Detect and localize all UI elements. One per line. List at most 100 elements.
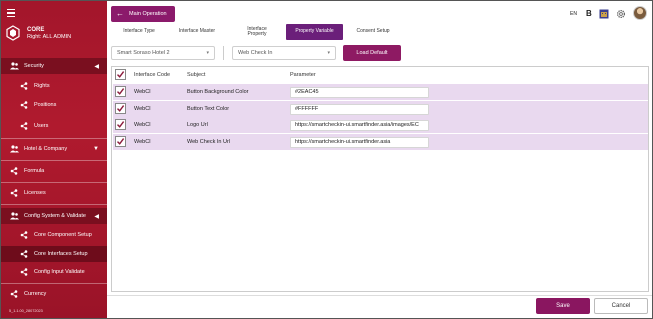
sidebar-item-label: Currency <box>24 291 47 297</box>
people-icon <box>9 211 19 221</box>
interface-select-value: Web Check In <box>238 50 273 56</box>
sidebar-item-label: Security <box>24 63 44 69</box>
brand-name: CORE <box>27 27 45 33</box>
share-icon <box>9 166 19 176</box>
sidebar-item-users[interactable]: Users <box>1 118 107 134</box>
tab-interface-property[interactable]: Interface Property <box>238 24 276 40</box>
share-icon <box>19 121 29 131</box>
main-operation-label: Main Operation <box>129 11 167 17</box>
cell-subject: Button Background Color <box>187 89 249 95</box>
version-label: 5_1.1.00_28072023 <box>9 309 43 313</box>
chevron-left-icon: ◀ <box>94 63 99 70</box>
tab-interface-type[interactable]: Interface Type <box>117 24 161 40</box>
share-icon <box>19 249 29 259</box>
sidebar-item-label: Rights <box>34 83 50 89</box>
cell-interface-code: WebCI <box>134 89 151 95</box>
chevron-down-icon: ▼ <box>93 146 99 152</box>
column-header-parameter: Parameter <box>290 72 316 78</box>
sidebar: CORE Right: ALL ADMIN Security ◀ Rights … <box>1 1 107 318</box>
sidebar-item-label: Users <box>34 123 49 129</box>
cell-interface-code: WebCI <box>134 106 151 112</box>
sidebar-item-currency[interactable]: Currency <box>1 286 107 302</box>
check-icon <box>117 138 125 145</box>
load-default-button[interactable]: Load Default <box>343 45 401 61</box>
main-operation-button[interactable]: ← Main Operation <box>111 6 175 22</box>
row-checkbox[interactable] <box>115 103 126 114</box>
brand-logo-icon <box>6 25 20 41</box>
sidebar-item-config-system[interactable]: Config System & Validate ◀ <box>1 208 107 224</box>
sidebar-item-label: Hotel & Company <box>24 146 68 152</box>
share-icon <box>19 81 29 91</box>
tab-property-variable[interactable]: Property Variable <box>286 24 343 40</box>
gear-icon[interactable] <box>616 9 626 19</box>
parameter-input[interactable]: #2EAC45 <box>290 86 429 98</box>
b-badge[interactable]: B <box>586 9 592 18</box>
language-selector[interactable]: EN <box>570 11 577 17</box>
divider <box>1 204 107 205</box>
row-checkbox[interactable] <box>115 86 126 97</box>
interface-select[interactable]: Web Check In ▾ <box>232 46 336 60</box>
sidebar-item-positions[interactable]: Positions <box>1 97 107 113</box>
sidebar-item-formula[interactable]: Formula <box>1 163 107 179</box>
check-icon <box>117 71 125 78</box>
chevron-left-icon: ◀ <box>94 213 99 220</box>
row-checkbox[interactable] <box>115 119 126 130</box>
cell-interface-code: WebCI <box>134 122 151 128</box>
check-icon <box>117 88 125 95</box>
sidebar-item-core-component-setup[interactable]: Core Component Setup <box>1 227 107 243</box>
tab-consent-setup[interactable]: Consent Setup <box>350 24 396 40</box>
divider <box>1 182 107 183</box>
column-header-interface-code: Interface Code <box>134 72 171 78</box>
sidebar-item-rights[interactable]: Rights <box>1 78 107 94</box>
sidebar-item-hotel-company[interactable]: Hotel & Company ▼ <box>1 141 107 157</box>
share-icon <box>9 289 19 299</box>
select-all-checkbox[interactable] <box>115 69 126 80</box>
parameter-input[interactable]: #FFFFFF <box>290 103 429 115</box>
sidebar-item-label: Config Input Validate <box>34 269 85 275</box>
tab-interface-master[interactable]: Interface Master <box>171 24 223 40</box>
sidebar-item-label: Formula <box>24 168 45 174</box>
sidebar-item-security[interactable]: Security ◀ <box>1 58 107 74</box>
chevron-down-icon: ▾ <box>327 50 330 56</box>
sidebar-item-label: Config System & Validate <box>24 213 86 219</box>
property-variable-table: Interface Code Subject Parameter WebCI B… <box>111 66 649 292</box>
hotel-select-value: Smart Soraso Hotel 2 <box>117 50 170 56</box>
sidebar-item-label: Core Component Setup <box>34 232 92 238</box>
sidebar-item-label: Positions <box>34 102 57 108</box>
brand-right: Right: ALL ADMIN <box>27 34 72 40</box>
divider <box>1 283 107 284</box>
row-checkbox[interactable] <box>115 136 126 147</box>
divider <box>1 160 107 161</box>
people-icon <box>9 144 19 154</box>
divider <box>107 295 652 296</box>
share-icon <box>19 100 29 110</box>
cell-subject: Web Check In Url <box>187 139 230 145</box>
sidebar-item-core-interfaces-setup[interactable]: Core Interfaces Setup <box>1 246 107 262</box>
column-header-subject: Subject <box>187 72 206 78</box>
sidebar-item-label: Licenses <box>24 190 46 196</box>
sidebar-item-label: Core Interfaces Setup <box>34 251 88 257</box>
divider <box>1 138 107 139</box>
check-icon <box>117 105 125 112</box>
share-icon <box>19 230 29 240</box>
divider <box>223 46 224 60</box>
cell-interface-code: WebCI <box>134 139 151 145</box>
people-icon <box>9 61 19 71</box>
save-button[interactable]: Save <box>536 298 590 314</box>
sidebar-item-config-input-validate[interactable]: Config Input Validate <box>1 264 107 280</box>
share-icon <box>19 267 29 277</box>
parameter-input[interactable]: https://smartcheckin-ui.smartfinder.asia… <box>290 119 429 131</box>
menu-icon[interactable] <box>7 9 17 19</box>
arrow-left-icon: ← <box>116 9 124 18</box>
cell-subject: Button Text Color <box>187 106 230 112</box>
parameter-input[interactable]: https://smartcheckin-ui.smartfinder.asia <box>290 136 429 148</box>
chevron-down-icon: ▾ <box>206 50 209 56</box>
cell-subject: Logo Url <box>187 122 208 128</box>
check-icon <box>117 121 125 128</box>
share-icon <box>9 188 19 198</box>
sidebar-item-licenses[interactable]: Licenses <box>1 185 107 201</box>
hotel-select[interactable]: Smart Soraso Hotel 2 ▾ <box>111 46 215 60</box>
hotel-image-icon[interactable] <box>599 9 609 19</box>
avatar[interactable] <box>633 6 647 20</box>
cancel-button[interactable]: Cancel <box>594 298 648 314</box>
